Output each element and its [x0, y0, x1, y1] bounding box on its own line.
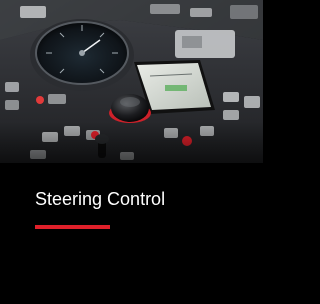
steering-control-card[interactable]: Steering Control	[0, 0, 263, 304]
card-caption: Steering Control	[0, 163, 263, 304]
title-underline-accent	[35, 225, 110, 229]
helm-console-photo	[0, 0, 263, 163]
card-title[interactable]: Steering Control	[35, 187, 165, 211]
